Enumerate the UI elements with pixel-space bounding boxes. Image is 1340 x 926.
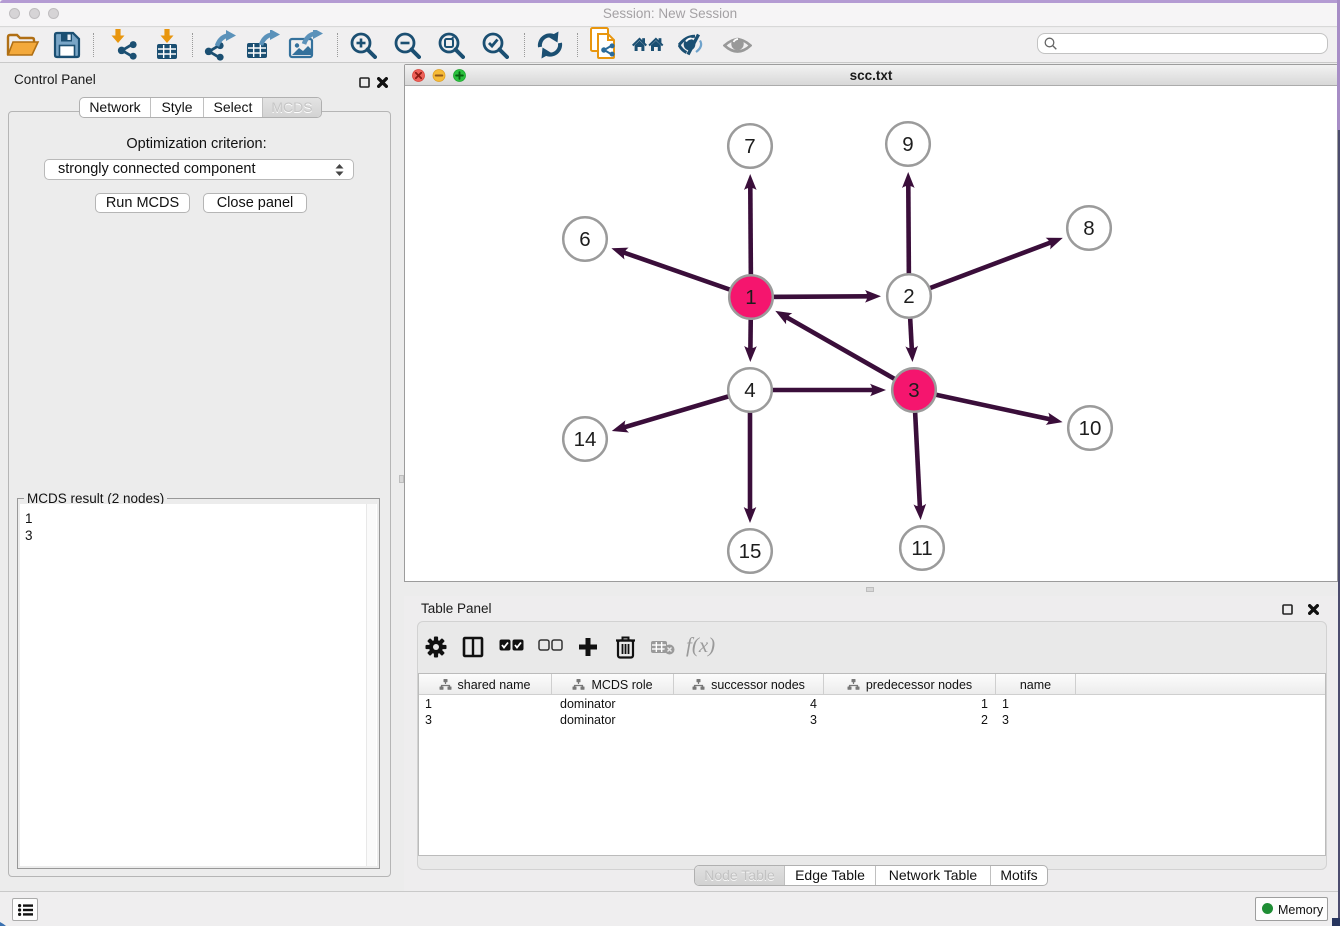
svg-text:11: 11 xyxy=(911,537,932,560)
svg-text:8: 8 xyxy=(1083,217,1094,240)
svg-text:1: 1 xyxy=(745,286,756,309)
svg-text:7: 7 xyxy=(744,135,755,158)
svg-text:6: 6 xyxy=(579,228,590,251)
svg-text:15: 15 xyxy=(739,540,762,563)
svg-text:4: 4 xyxy=(744,379,755,402)
svg-text:10: 10 xyxy=(1079,417,1102,440)
svg-text:14: 14 xyxy=(574,428,597,451)
svg-text:9: 9 xyxy=(902,133,913,156)
svg-text:2: 2 xyxy=(903,285,914,308)
svg-text:3: 3 xyxy=(908,379,919,402)
